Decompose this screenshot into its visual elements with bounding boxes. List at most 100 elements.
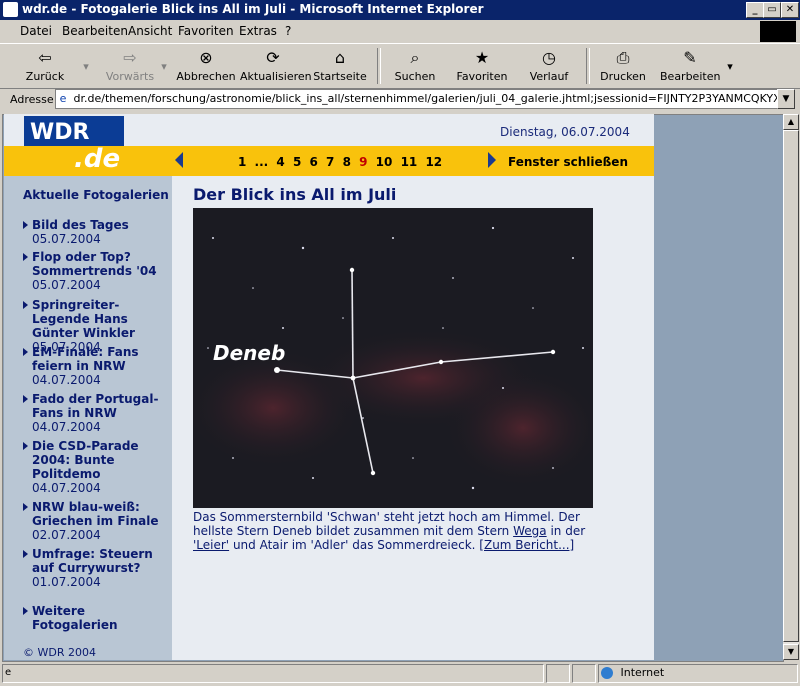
toolbar-separator	[586, 48, 590, 84]
previous-arrow-icon[interactable]	[175, 152, 183, 168]
news-title[interactable]: EM-Finale: Fans feiern in NRW	[23, 345, 173, 373]
next-arrow-icon[interactable]	[488, 152, 496, 168]
page-status-icon: e	[5, 667, 12, 678]
address-dropdown-icon[interactable]: ▼	[777, 89, 795, 109]
news-item[interactable]: EM-Finale: Fans feiern in NRW 04.07.2004	[23, 345, 173, 387]
page-link[interactable]: 6	[309, 155, 317, 169]
news-title[interactable]: Die CSD-Parade 2004: Bunte Politdemo	[23, 439, 173, 481]
menu-extras[interactable]: Extras	[239, 24, 277, 38]
stop-icon: ⊗	[199, 48, 213, 67]
page-title: Der Blick ins All im Juli	[193, 185, 397, 204]
favorites-icon: ★	[474, 48, 490, 67]
more-galleries[interactable]: Weitere Fotogalerien	[23, 604, 173, 632]
toolbar: ⇦ Zurück ▾ ⇨ Vorwärts ▾ ⊗ Abbrechen ⟳ Ak…	[0, 43, 800, 89]
history-button[interactable]: ◷ Verlauf	[524, 48, 574, 83]
page-link[interactable]: 8	[343, 155, 351, 169]
edit-dropdown-icon[interactable]: ▾	[724, 60, 736, 73]
news-item[interactable]: Die CSD-Parade 2004: Bunte Politdemo 04.…	[23, 439, 173, 495]
zone-pane: Internet	[598, 664, 798, 683]
logo-domain: .de	[74, 144, 121, 174]
menu-ansicht[interactable]: Ansicht	[128, 24, 172, 38]
forward-dropdown-icon[interactable]: ▾	[158, 60, 170, 73]
menu-bar: Datei Bearbeiten Ansicht Favoriten Extra…	[0, 20, 800, 42]
home-button[interactable]: ⌂ Startseite	[312, 48, 368, 83]
page-link[interactable]: 11	[401, 155, 418, 169]
status-text-pane: e	[2, 664, 544, 683]
menu-favoriten[interactable]: Favoriten	[178, 24, 234, 38]
back-dropdown-icon[interactable]: ▾	[80, 60, 92, 73]
page-icon: e	[59, 92, 67, 105]
address-url: dr.de/themen/forschung/astronomie/blick_…	[73, 92, 779, 105]
news-title[interactable]: Flop oder Top? Sommertrends '04	[23, 250, 173, 278]
favorites-button[interactable]: ★ Favoriten	[454, 48, 510, 83]
news-item[interactable]: Umfrage: Steuern auf Currywurst? 01.07.2…	[23, 547, 173, 589]
internet-zone-icon	[601, 667, 613, 679]
scroll-thumb[interactable]	[783, 130, 799, 642]
print-button[interactable]: ⎙ Drucken	[598, 48, 648, 83]
menu-bearbeiten[interactable]: Bearbeiten	[62, 24, 128, 38]
maximize-button[interactable]: ▭	[763, 2, 781, 18]
stop-button[interactable]: ⊗ Abbrechen	[176, 48, 236, 83]
windows-logo-icon	[760, 21, 796, 42]
minimize-button[interactable]: _	[746, 2, 764, 18]
forward-button[interactable]: ⇨ Vorwärts	[100, 48, 160, 83]
news-item[interactable]: NRW blau-weiß: Griechen im Finale 02.07.…	[23, 500, 173, 542]
forward-arrow-icon: ⇨	[123, 48, 137, 67]
link-leier[interactable]: 'Leier'	[193, 538, 229, 552]
link-wega[interactable]: Wega	[513, 524, 547, 538]
news-date: 05.07.2004	[32, 278, 101, 292]
more-galleries-link[interactable]: Weitere Fotogalerien	[23, 604, 173, 632]
news-date: 04.07.2004	[32, 481, 101, 495]
news-item[interactable]: Fado der Portugal-Fans in NRW 04.07.2004	[23, 392, 173, 434]
back-arrow-icon: ⇦	[38, 48, 52, 67]
page-first-link[interactable]: 1 ...	[238, 155, 268, 169]
report-link[interactable]: [Zum Bericht...]	[479, 538, 574, 552]
star-field-image: Deneb	[193, 226, 593, 490]
date-display: Dienstag, 06.07.2004	[500, 125, 630, 139]
edit-icon: ✎	[683, 48, 697, 67]
page-link[interactable]: 5	[293, 155, 301, 169]
photo-caption: Das Sommersternbild 'Schwan' steht jetzt…	[193, 510, 586, 552]
news-title[interactable]: Springreiter-Legende Hans Günter Winkler	[23, 298, 173, 340]
scroll-down-icon[interactable]: ▼	[783, 644, 799, 660]
address-input[interactable]: e dr.de/themen/forschung/astronomie/blic…	[55, 89, 779, 109]
title-bar: wdr.de - Fotogalerie Blick ins All im Ju…	[0, 0, 800, 20]
news-date: 04.07.2004	[32, 420, 101, 434]
news-title[interactable]: NRW blau-weiß: Griechen im Finale	[23, 500, 173, 528]
vertical-scrollbar[interactable]: ▲ ▼	[783, 114, 799, 660]
menu-help[interactable]: ?	[285, 24, 291, 38]
deneb-label: Deneb	[213, 341, 285, 365]
news-title[interactable]: Fado der Portugal-Fans in NRW	[23, 392, 173, 420]
page-link[interactable]: 10	[376, 155, 393, 169]
history-icon: ◷	[542, 48, 556, 67]
news-date: 04.07.2004	[32, 373, 101, 387]
toolbar-separator	[377, 48, 381, 84]
printer-icon: ⎙	[616, 48, 630, 67]
edit-button[interactable]: ✎ Bearbeiten	[660, 48, 720, 83]
status-pane	[572, 664, 596, 683]
news-title[interactable]: Bild des Tages	[23, 218, 173, 232]
back-button[interactable]: ⇦ Zurück	[20, 48, 70, 83]
news-item[interactable]: Bild des Tages 05.07.2004	[23, 218, 173, 246]
refresh-icon: ⟳	[266, 48, 280, 67]
window-title: wdr.de - Fotogalerie Blick ins All im Ju…	[22, 2, 484, 16]
gallery-photo[interactable]: Deneb	[193, 208, 593, 508]
news-item[interactable]: Flop oder Top? Sommertrends '04 05.07.20…	[23, 250, 173, 292]
copyright: © WDR 2004	[23, 646, 96, 659]
close-window-link[interactable]: Fenster schließen	[508, 155, 628, 169]
page-current: 9	[359, 155, 368, 169]
refresh-button[interactable]: ⟳ Aktualisieren	[240, 48, 312, 83]
menu-datei[interactable]: Datei	[20, 24, 52, 38]
scroll-up-icon[interactable]: ▲	[783, 114, 799, 130]
news-date: 02.07.2004	[32, 528, 101, 542]
home-icon: ⌂	[334, 48, 346, 67]
search-button[interactable]: ⌕ Suchen	[390, 48, 440, 83]
pagination: 1 ... 4 5 6 7 8 9 10 11 12	[238, 155, 442, 169]
status-pane	[546, 664, 570, 683]
status-bar: e Internet	[0, 662, 800, 686]
page-link[interactable]: 4	[276, 155, 284, 169]
page-link[interactable]: 12	[425, 155, 442, 169]
close-button[interactable]: ✕	[781, 2, 799, 18]
news-title[interactable]: Umfrage: Steuern auf Currywurst?	[23, 547, 173, 575]
page-link[interactable]: 7	[326, 155, 334, 169]
